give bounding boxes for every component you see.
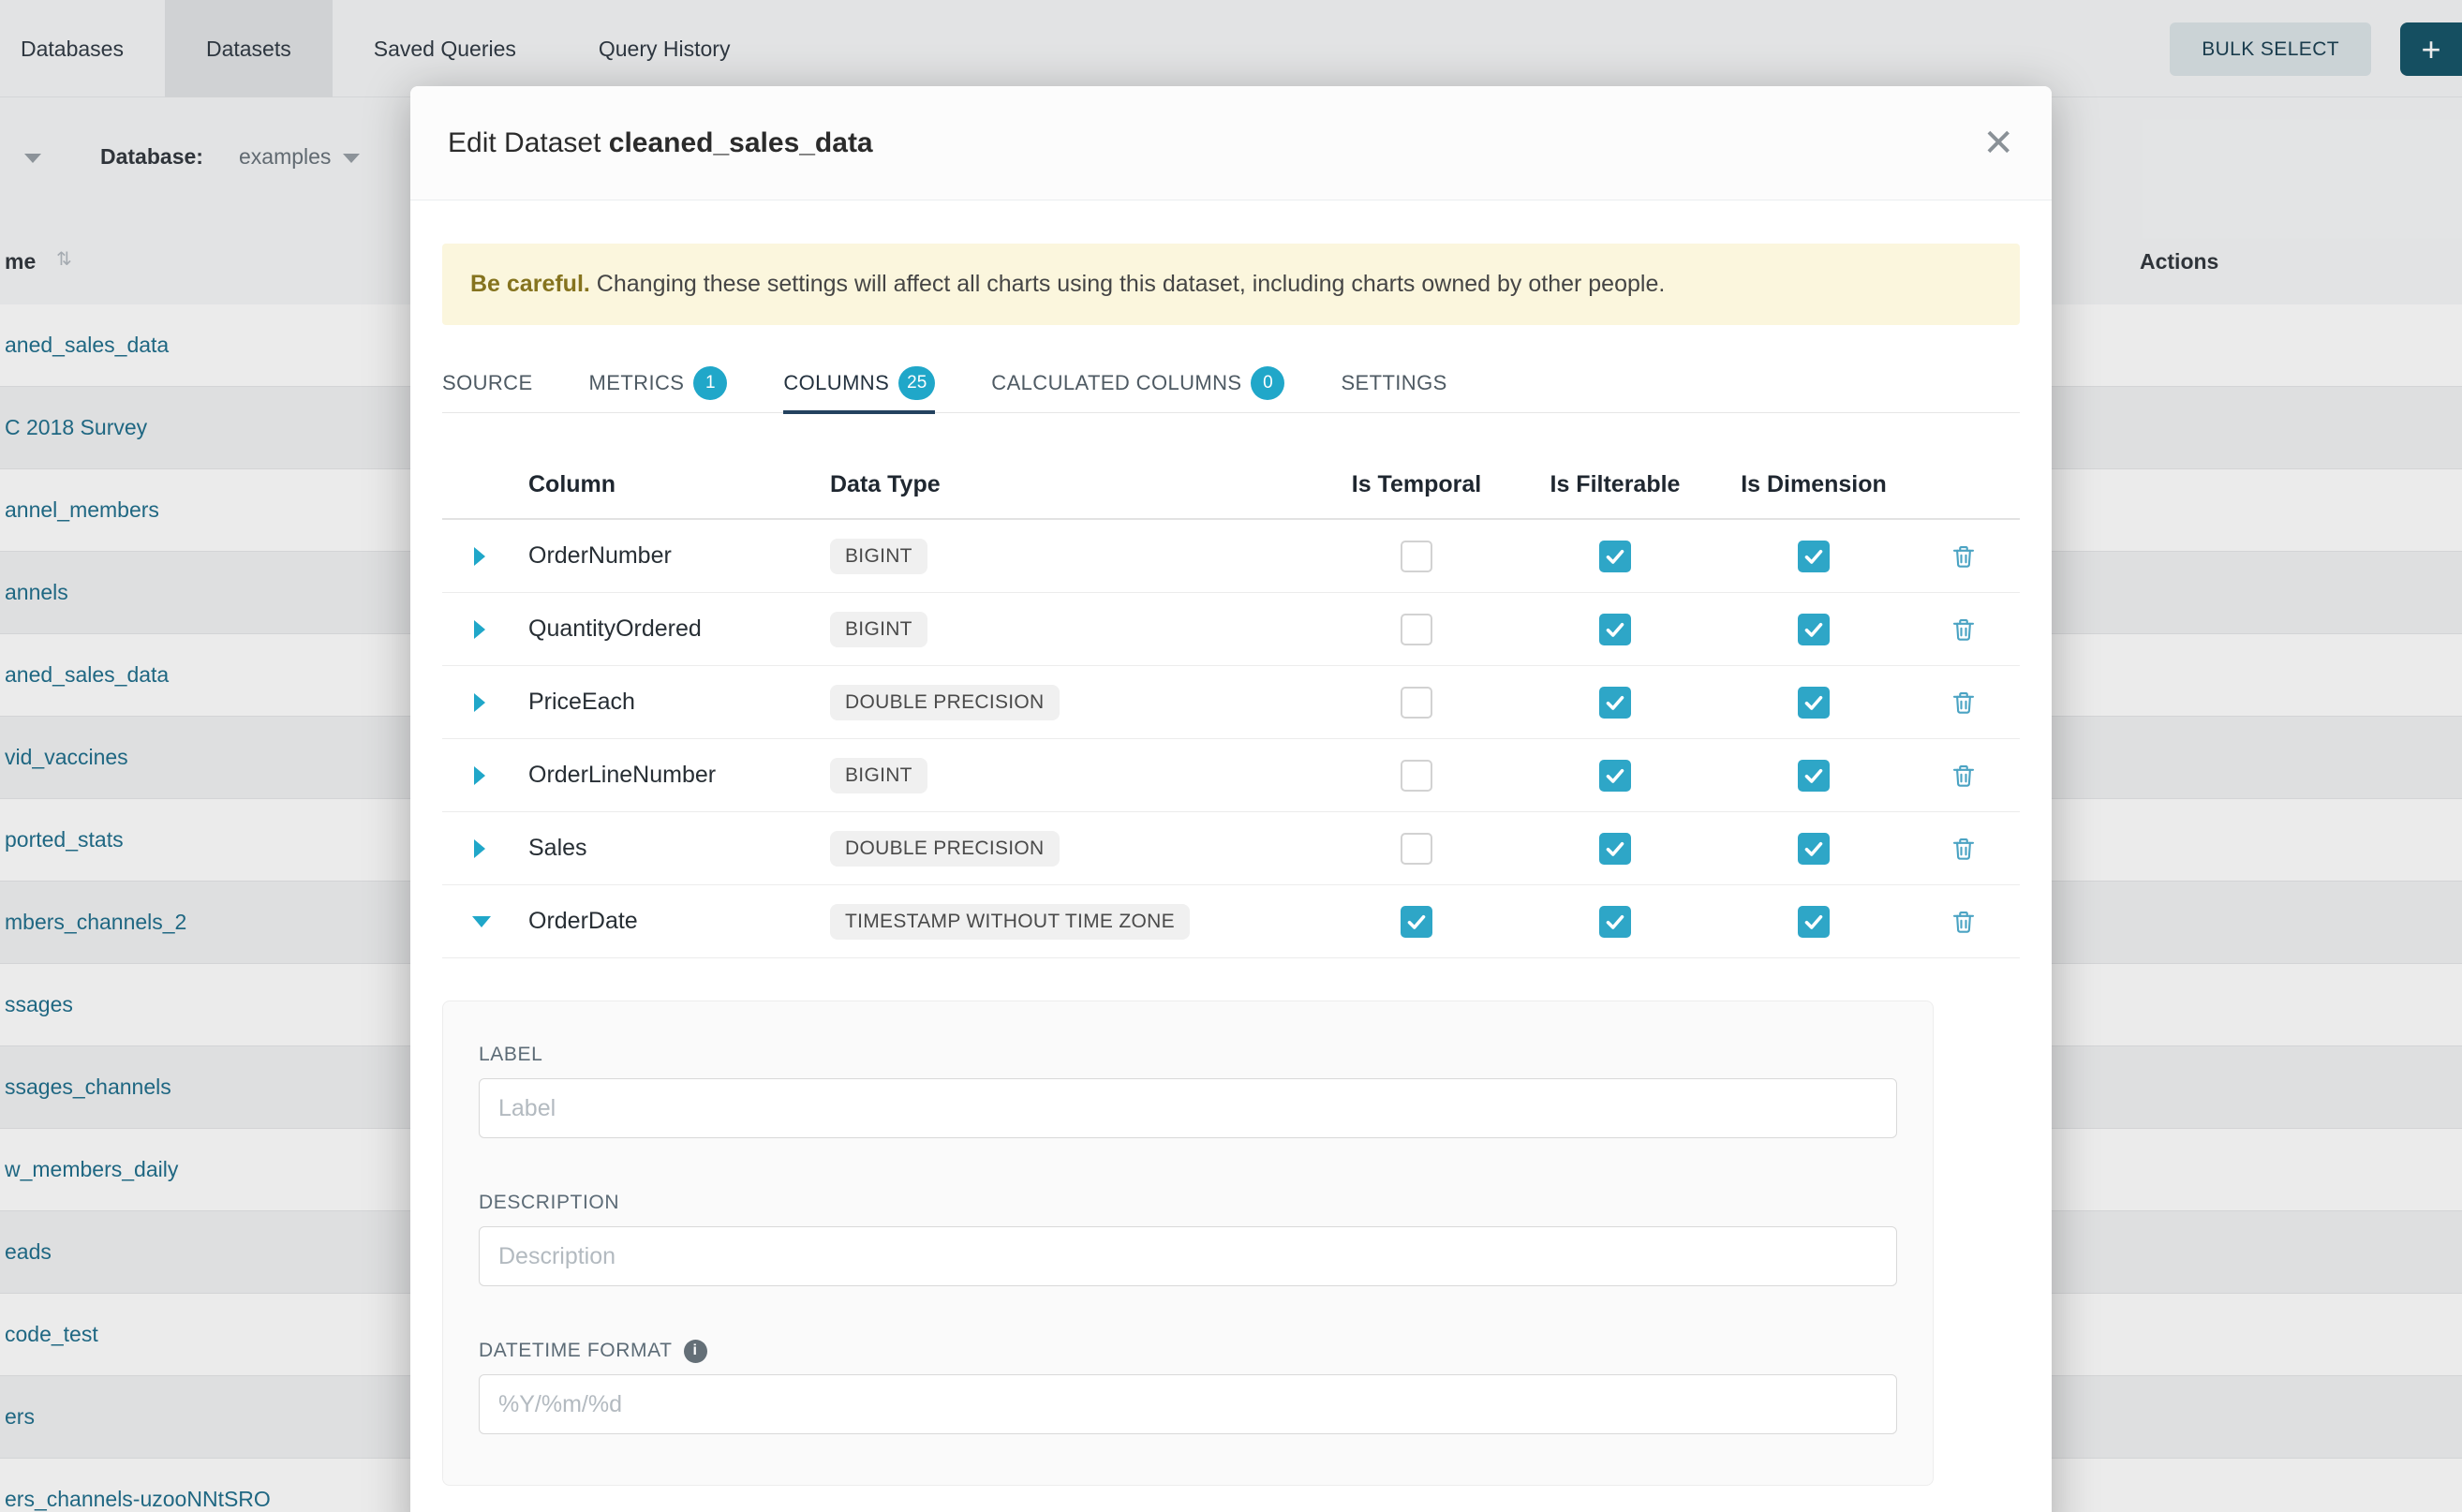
header-is-filterable: Is Filterable — [1516, 471, 1714, 498]
column-editor-panel: LABEL DESCRIPTION DATETIME FORMAT i — [442, 1001, 1934, 1486]
column-row: PriceEachDOUBLE PRECISION — [442, 666, 2020, 739]
column-row: OrderDateTIMESTAMP WITHOUT TIME ZONE — [442, 885, 2020, 958]
tab-count-badge: 25 — [898, 366, 935, 400]
header-is-dimension: Is Dimension — [1714, 471, 1913, 498]
column-row: QuantityOrderedBIGINT — [442, 593, 2020, 666]
is-dimension-checkbox[interactable] — [1798, 614, 1830, 645]
columns-table-body: OrderNumberBIGINTQuantityOrderedBIGINTPr… — [442, 520, 2020, 958]
is-filterable-checkbox[interactable] — [1599, 541, 1631, 572]
data-type-pill: TIMESTAMP WITHOUT TIME ZONE — [830, 904, 1190, 940]
info-icon[interactable]: i — [684, 1340, 707, 1363]
is-dimension-checkbox[interactable] — [1798, 687, 1830, 719]
column-row: OrderNumberBIGINT — [442, 520, 2020, 593]
warning-bold: Be careful. — [470, 271, 590, 297]
delete-column-icon[interactable] — [1950, 908, 1978, 936]
is-filterable-checkbox[interactable] — [1599, 687, 1631, 719]
delete-column-icon[interactable] — [1950, 542, 1978, 571]
data-type-pill: DOUBLE PRECISION — [830, 685, 1060, 720]
data-type-pill: BIGINT — [830, 612, 927, 647]
column-name: OrderDate — [521, 908, 830, 935]
column-name: Sales — [521, 835, 830, 862]
is-filterable-checkbox[interactable] — [1599, 906, 1631, 938]
delete-column-icon[interactable] — [1950, 762, 1978, 790]
tab-label: SOURCE — [442, 371, 533, 395]
tab-source[interactable]: SOURCE — [442, 353, 533, 413]
is-dimension-checkbox[interactable] — [1798, 760, 1830, 792]
datetime-format-label: DATETIME FORMAT — [479, 1339, 673, 1363]
column-name: PriceEach — [521, 689, 830, 716]
column-name: OrderNumber — [521, 542, 830, 570]
column-name: QuantityOrdered — [521, 615, 830, 643]
description-input[interactable] — [479, 1226, 1897, 1286]
label-input[interactable] — [479, 1078, 1897, 1138]
modal-title: Edit Dataset cleaned_sales_data — [448, 127, 873, 159]
tab-count-badge: 0 — [1251, 366, 1284, 400]
tab-calculated-columns[interactable]: CALCULATED COLUMNS 0 — [991, 353, 1284, 413]
datetime-format-input[interactable] — [479, 1374, 1897, 1434]
is-temporal-checkbox[interactable] — [1401, 906, 1432, 938]
is-temporal-checkbox[interactable] — [1401, 760, 1432, 792]
is-temporal-checkbox[interactable] — [1401, 614, 1432, 645]
description-field-group: DESCRIPTION — [479, 1191, 1897, 1286]
datetime-format-field-group: DATETIME FORMAT i — [479, 1339, 1897, 1434]
modal-title-dataset-name: cleaned_sales_data — [609, 127, 873, 158]
is-dimension-checkbox[interactable] — [1798, 906, 1830, 938]
warning-banner: Be careful. Changing these settings will… — [442, 244, 2020, 325]
edit-dataset-modal: Edit Dataset cleaned_sales_data ✕ Be car… — [410, 86, 2052, 1512]
data-type-pill: DOUBLE PRECISION — [830, 831, 1060, 867]
tab-label: CALCULATED COLUMNS — [991, 371, 1241, 395]
label-field-group: LABEL — [479, 1043, 1897, 1138]
is-filterable-checkbox[interactable] — [1599, 614, 1631, 645]
column-row: SalesDOUBLE PRECISION — [442, 812, 2020, 885]
delete-column-icon[interactable] — [1950, 615, 1978, 644]
is-temporal-checkbox[interactable] — [1401, 687, 1432, 719]
header-data-type: Data Type — [830, 471, 1317, 498]
expand-caret-icon[interactable] — [474, 547, 485, 566]
collapse-caret-icon[interactable] — [472, 916, 491, 927]
expand-caret-icon[interactable] — [474, 839, 485, 858]
columns-table-header: Column Data Type Is Temporal Is Filterab… — [442, 451, 2020, 520]
is-dimension-checkbox[interactable] — [1798, 541, 1830, 572]
column-row: OrderLineNumberBIGINT — [442, 739, 2020, 812]
modal-title-prefix: Edit Dataset — [448, 127, 601, 158]
description-field-label: DESCRIPTION — [479, 1191, 1897, 1215]
delete-column-icon[interactable] — [1950, 835, 1978, 863]
is-temporal-checkbox[interactable] — [1401, 541, 1432, 572]
warning-text: Changing these settings will affect all … — [597, 271, 1666, 297]
is-temporal-checkbox[interactable] — [1401, 833, 1432, 865]
label-field-label: LABEL — [479, 1043, 1897, 1067]
tab-metrics[interactable]: METRICS 1 — [589, 353, 728, 413]
expand-caret-icon[interactable] — [474, 693, 485, 712]
is-filterable-checkbox[interactable] — [1599, 760, 1631, 792]
tab-columns[interactable]: COLUMNS 25 — [783, 353, 935, 413]
column-name: OrderLineNumber — [521, 762, 830, 789]
delete-column-icon[interactable] — [1950, 689, 1978, 717]
tab-label: SETTINGS — [1341, 371, 1446, 395]
expand-caret-icon[interactable] — [474, 620, 485, 639]
tab-label: COLUMNS — [783, 371, 889, 395]
data-type-pill: BIGINT — [830, 539, 927, 574]
is-dimension-checkbox[interactable] — [1798, 833, 1830, 865]
close-icon[interactable]: ✕ — [1982, 125, 2014, 162]
expand-caret-icon[interactable] — [474, 766, 485, 785]
modal-header: Edit Dataset cleaned_sales_data ✕ — [410, 86, 2052, 200]
header-column: Column — [521, 471, 830, 498]
modal-body: Be careful. Changing these settings will… — [410, 200, 2052, 1512]
data-type-pill: BIGINT — [830, 758, 927, 793]
tab-count-badge: 1 — [693, 366, 727, 400]
modal-tabs: SOURCE METRICS 1 COLUMNS 25 CALCULATED COLUMN… — [442, 353, 2020, 413]
is-filterable-checkbox[interactable] — [1599, 833, 1631, 865]
header-is-temporal: Is Temporal — [1317, 471, 1516, 498]
tab-settings[interactable]: SETTINGS — [1341, 353, 1446, 413]
tab-label: METRICS — [589, 371, 685, 395]
